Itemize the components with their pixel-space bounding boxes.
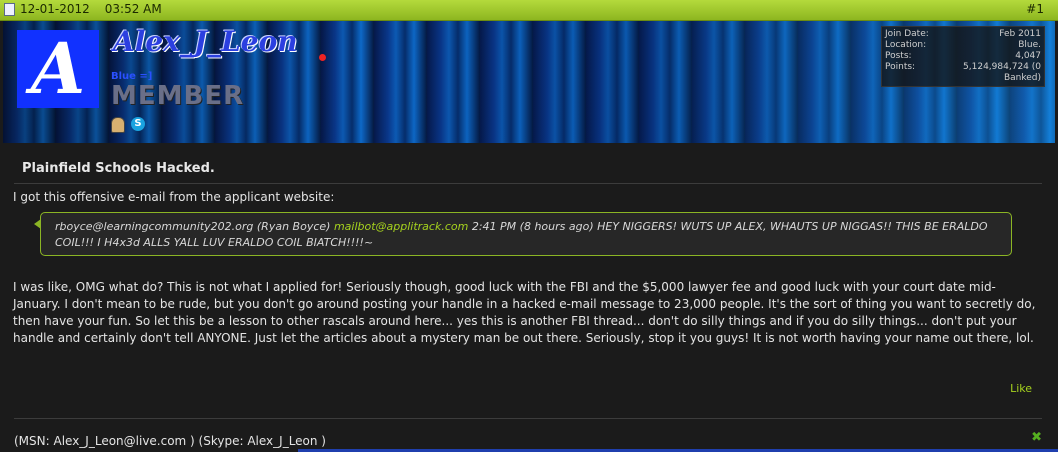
avatar[interactable]: A — [17, 30, 99, 108]
post-icon — [4, 2, 15, 16]
user-stats-box: Join Date: Feb 2011 Location: Blue. Posts:… — [881, 26, 1045, 87]
msn-icon[interactable] — [111, 117, 125, 133]
signature-divider — [14, 418, 1042, 419]
offline-status-icon — [319, 54, 326, 61]
post-date-text: 12-01-2012 — [20, 2, 90, 16]
user-rank-badge: MEMBER — [111, 81, 245, 111]
close-icon[interactable]: ✖ — [1031, 430, 1042, 445]
post-date: 12-01-2012 03:52 AM — [4, 2, 162, 16]
quote-sender: rboyce@learningcommunity202.org (Ryan Bo… — [55, 220, 331, 233]
stat-join-date: Join Date: Feb 2011 — [885, 29, 1041, 39]
post-number-link[interactable]: #1 — [1026, 2, 1044, 16]
post-body: I was like, OMG what do? This is not wha… — [13, 280, 1036, 345]
post-intro-text: I got this offensive e-mail from the app… — [13, 190, 335, 204]
post-time-text: 03:52 AM — [104, 2, 162, 16]
user-profile-banner: A Alex_J_Leon Blue =] MEMBER S Join Date… — [3, 21, 1055, 143]
divider — [14, 183, 1042, 184]
stat-location: Location: Blue. — [885, 40, 1041, 50]
post-title: Plainfield Schools Hacked. — [22, 161, 215, 176]
stat-points: Points: 5,124,984,724 (0 Banked) — [885, 62, 1041, 83]
username-link[interactable]: Alex_J_Leon — [113, 25, 298, 58]
avatar-letter: A — [30, 27, 86, 110]
quote-email-link[interactable]: mailbot@applitrack.com — [334, 220, 468, 233]
quote-text: rboyce@learningcommunity202.org (Ryan Bo… — [55, 219, 991, 251]
quote-box: rboyce@learningcommunity202.org (Ryan Bo… — [34, 212, 1012, 256]
stat-posts: Posts: 4,047 — [885, 51, 1041, 61]
signature-text: (MSN: Alex_J_Leon@live.com ) (Skype: Ale… — [14, 434, 326, 448]
post-header-bar: 12-01-2012 03:52 AM #1 — [0, 0, 1058, 21]
skype-icon[interactable]: S — [131, 117, 145, 131]
im-icons: S — [111, 117, 145, 133]
quote-arrow-icon — [34, 219, 41, 229]
like-button[interactable]: Like — [1010, 382, 1032, 395]
